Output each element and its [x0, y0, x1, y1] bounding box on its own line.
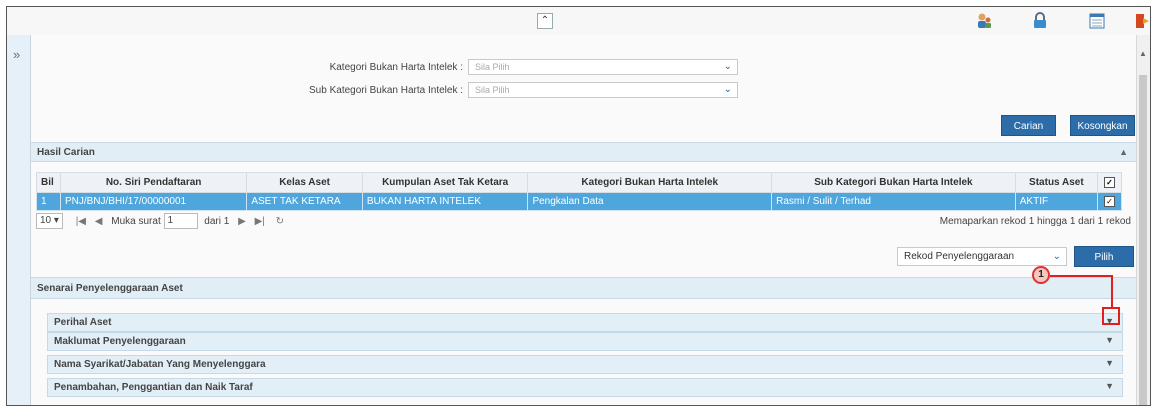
cell-sub-kategori: Rasmi / Sulit / Terhad [771, 192, 1016, 211]
chevron-down-icon: ⌄ [723, 61, 732, 72]
cell-no-siri: PNJ/BNJ/BHI/17/00000001 [59, 192, 248, 211]
app-window: ⌃ » Kategori Bukan Harta Intelek : Sila … [6, 6, 1151, 406]
next-page-icon[interactable]: ▶ [238, 216, 246, 227]
accordion-maklumat-penyelenggaraan[interactable]: Maklumat Penyelenggaraan ▼ [47, 332, 1123, 351]
senarai-header: Senarai Penyelenggaraan Aset [31, 277, 1136, 299]
sub-kategori-row: Sub Kategori Bukan Harta Intelek : [31, 82, 463, 100]
callout-highlight-box [1102, 307, 1120, 325]
muka-surat-label: Muka surat [111, 215, 161, 227]
col-kategori[interactable]: Kategori Bukan Harta Intelek [527, 172, 773, 193]
rekod-select-value: Rekod Penyelenggaraan [904, 251, 1015, 262]
accordion-label: Penambahan, Penggantian dan Naik Taraf [54, 382, 253, 393]
calendar-icon[interactable] [1088, 12, 1106, 30]
expand-sidebar-icon[interactable]: » [13, 47, 20, 62]
pagination-bar: 10 ▾ |◀ ◀ Muka surat 1 dari 1 ▶ ▶| ↻ Mem… [36, 213, 1131, 235]
accordion-perihal-aset[interactable]: Perihal Aset ▼ [47, 313, 1123, 332]
hasil-carian-title: Hasil Carian [37, 147, 95, 158]
main-content: Kategori Bukan Harta Intelek : Sila Pili… [31, 35, 1136, 405]
col-kelas-aset[interactable]: Kelas Aset [246, 172, 363, 193]
sub-kategori-select[interactable]: Sila Pilih ⌄ [468, 82, 738, 98]
col-status-aset[interactable]: Status Aset [1014, 172, 1099, 193]
scroll-up-icon[interactable]: ▲ [1139, 49, 1147, 58]
scroll-thumb[interactable] [1139, 75, 1147, 405]
prev-page-icon[interactable]: ◀ [95, 216, 103, 227]
accordion-nama-syarikat[interactable]: Nama Syarikat/Jabatan Yang Menyelenggara… [47, 355, 1123, 374]
user-group-icon[interactable] [975, 12, 993, 30]
lock-icon[interactable] [1031, 12, 1049, 30]
cell-bil: 1 [36, 192, 61, 211]
refresh-icon[interactable]: ↻ [276, 216, 284, 227]
cell-kelas: ASET TAK KETARA [246, 192, 363, 211]
logout-icon[interactable] [1133, 12, 1151, 30]
first-page-icon[interactable]: |◀ [76, 216, 86, 227]
vertical-scrollbar[interactable]: ▲ [1136, 35, 1150, 405]
callout-line [1050, 275, 1113, 277]
cell-kategori: Pengkalan Data [527, 192, 773, 211]
chevron-down-icon[interactable]: ▼ [1105, 381, 1114, 391]
chevron-down-icon[interactable]: ▼ [1105, 358, 1114, 368]
col-sub-kategori[interactable]: Sub Kategori Bukan Harta Intelek [771, 172, 1016, 193]
accordion-label: Maklumat Penyelenggaraan [54, 336, 186, 347]
accordion-label: Perihal Aset [54, 317, 112, 328]
senarai-title: Senarai Penyelenggaraan Aset [37, 283, 183, 294]
callout-marker: 1 [1032, 266, 1050, 284]
sub-kategori-placeholder: Sila Pilih [475, 85, 510, 95]
pilih-button[interactable]: Pilih [1074, 246, 1134, 267]
rekod-select[interactable]: Rekod Penyelenggaraan ⌄ [897, 247, 1067, 266]
hasil-carian-header[interactable]: Hasil Carian ▲ [31, 142, 1136, 162]
accordion-label: Nama Syarikat/Jabatan Yang Menyelenggara [54, 359, 266, 370]
record-summary: Memaparkan rekod 1 hingga 1 dari 1 rekod [939, 216, 1131, 227]
col-kumpulan-aset[interactable]: Kumpulan Aset Tak Ketara [361, 172, 529, 193]
chevron-down-icon: ⌄ [1052, 251, 1061, 262]
kategori-placeholder: Sila Pilih [475, 62, 510, 72]
collapse-header-button[interactable]: ⌃ [537, 13, 553, 29]
row-checkbox[interactable]: ✓ [1097, 192, 1122, 211]
chevron-down-icon: ⌄ [723, 84, 732, 95]
kategori-row: Kategori Bukan Harta Intelek : [31, 59, 463, 77]
table-row[interactable]: 1 PNJ/BNJ/BHI/17/00000001 ASET TAK KETAR… [36, 192, 1122, 211]
select-all-checkbox[interactable]: ✓ [1097, 172, 1122, 193]
cell-status: AKTIF [1014, 192, 1099, 211]
callout-line [1111, 275, 1113, 308]
col-bil[interactable]: Bil [36, 172, 61, 193]
chevron-up-icon[interactable]: ▲ [1119, 147, 1128, 157]
col-no-siri[interactable]: No. Siri Pendaftaran [59, 172, 248, 193]
top-toolbar: ⌃ [7, 7, 1150, 36]
results-table: Bil No. Siri Pendaftaran Kelas Aset Kump… [36, 172, 1122, 211]
page-size-select[interactable]: 10 ▾ [36, 213, 63, 229]
cell-kumpulan: BUKAN HARTA INTELEK [361, 192, 529, 211]
chevron-down-icon[interactable]: ▼ [1105, 335, 1114, 345]
last-page-icon[interactable]: ▶| [255, 216, 265, 227]
kosongkan-button[interactable]: Kosongkan [1070, 115, 1135, 136]
left-collapse-strip[interactable]: » [7, 35, 31, 405]
carian-button[interactable]: Carian [1001, 115, 1056, 136]
kategori-select[interactable]: Sila Pilih ⌄ [468, 59, 738, 75]
sub-kategori-label: Sub Kategori Bukan Harta Intelek : [309, 85, 463, 96]
dari-label: dari 1 [204, 215, 230, 227]
page-input[interactable]: 1 [163, 213, 198, 229]
table-header-row: Bil No. Siri Pendaftaran Kelas Aset Kump… [36, 172, 1122, 193]
accordion-penambahan[interactable]: Penambahan, Penggantian dan Naik Taraf ▼ [47, 378, 1123, 397]
kategori-label: Kategori Bukan Harta Intelek : [329, 62, 463, 73]
